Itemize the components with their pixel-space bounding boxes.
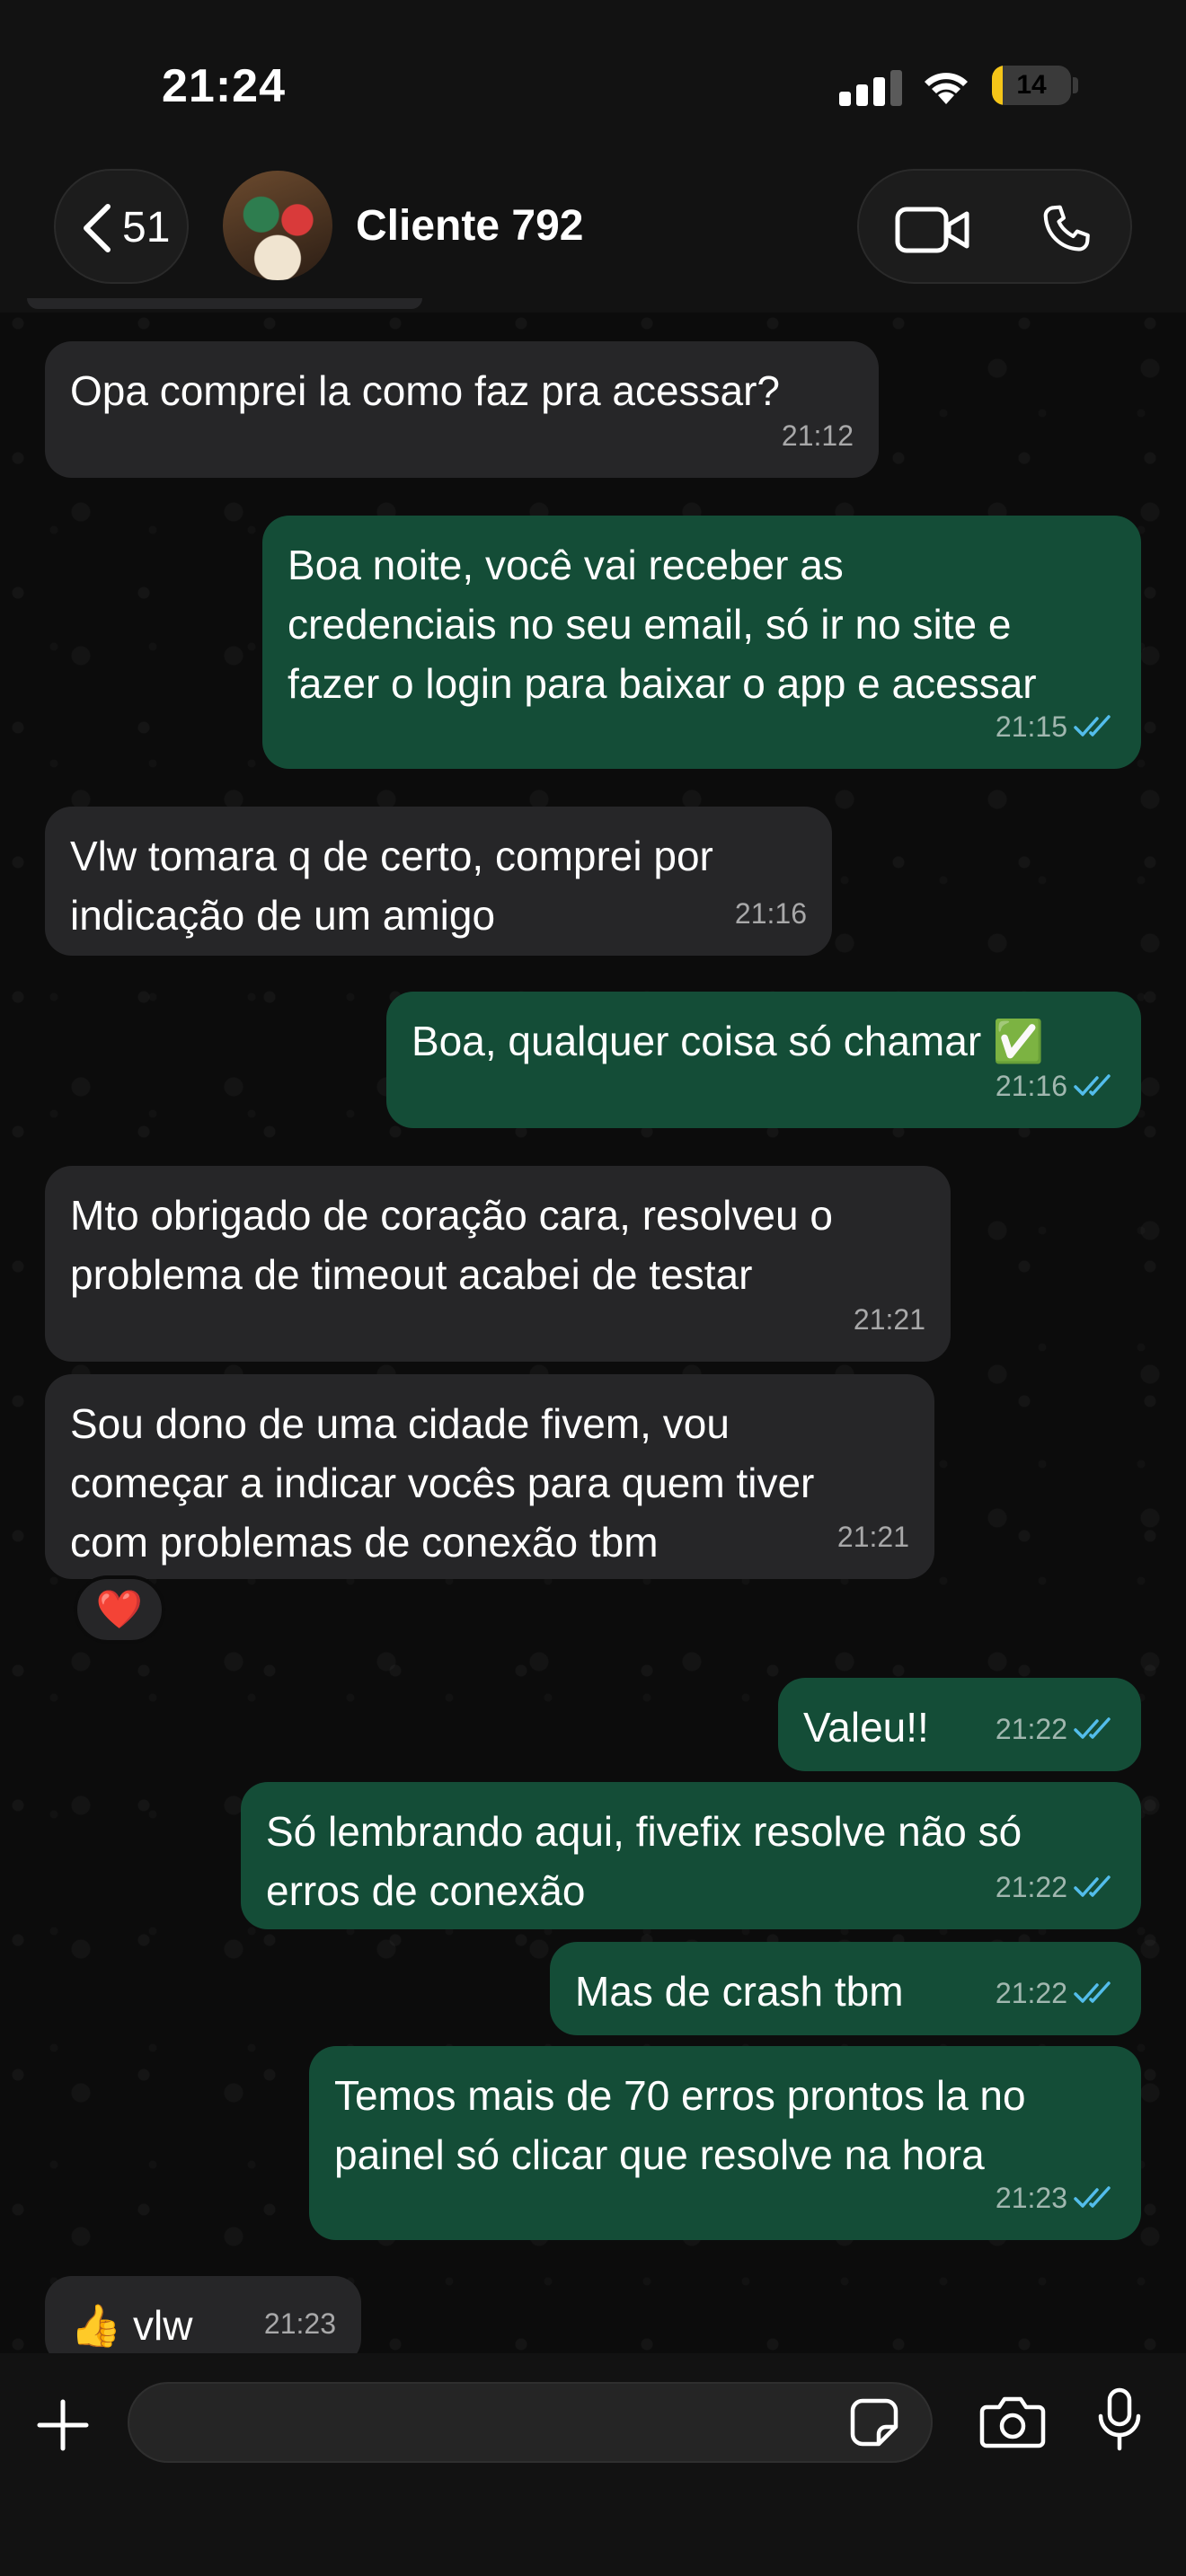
avatar[interactable] [223,171,332,280]
status-bar: 21:24 14 [0,0,1186,162]
unread-count: 51 [122,204,171,251]
call-actions [857,169,1132,284]
contact-name[interactable]: Cliente 792 [356,201,583,251]
previous-message-edge [27,298,422,309]
message-bubble[interactable]: Mto obrigado de coração cara, resolveu o… [45,1166,951,1362]
double-check-icon [1074,1981,1111,2003]
double-check-icon [1074,2186,1111,2208]
message-text: Sou dono de uma cidade fivem, vou começa… [70,1400,815,1566]
message-time: 21:15 [995,710,1067,743]
message-text: Vlw tomara q de certo, comprei por indic… [70,833,713,939]
sticker-icon[interactable] [848,2396,900,2448]
message-text: Só lembrando aqui, fivefix resolve não s… [266,1808,1022,1914]
double-check-icon [1074,1875,1111,1897]
video-call-icon[interactable] [895,205,970,255]
message-bubble[interactable]: Boa, qualquer coisa só chamar ✅ 21:16 [386,992,1141,1128]
message-time: 21:16 [995,1070,1067,1102]
double-check-icon [1074,715,1111,737]
message-bubble[interactable]: Valeu!! 21:22 [778,1678,1141,1771]
battery-icon: 14 [992,66,1071,105]
chevron-left-icon [84,204,111,252]
message-bubble[interactable]: Opa comprei la como faz pra acessar? 21:… [45,341,879,478]
battery-tip [1073,77,1078,93]
message-text: Mto obrigado de coração cara, resolveu o… [70,1192,833,1298]
message-time: 21:22 [995,1713,1067,1745]
message-time: 21:12 [781,419,854,452]
message-time: 21:21 [836,1521,909,1553]
reaction-badge[interactable]: ❤️ [74,1575,165,1644]
plus-icon[interactable] [34,2396,92,2454]
message-bubble[interactable]: Vlw tomara q de certo, comprei por indic… [45,807,832,956]
message-bubble[interactable]: Só lembrando aqui, fivefix resolve não s… [241,1782,1141,1929]
wifi-icon [925,73,968,104]
message-time: 21:16 [734,897,807,930]
phone-icon[interactable] [1039,201,1094,257]
message-bubble[interactable]: Mas de crash tbm 21:22 [550,1942,1141,2035]
message-input[interactable] [128,2382,933,2463]
message-bubble[interactable]: Temos mais de 70 erros prontos la no pai… [309,2046,1141,2240]
status-time: 21:24 [162,60,286,112]
message-bubble[interactable]: Sou dono de uma cidade fivem, vou começa… [45,1374,934,1579]
battery-level: 14 [1016,70,1047,100]
message-bubble[interactable]: 👍 vlw 21:23 [45,2276,361,2366]
message-time: 21:23 [263,2307,336,2340]
message-text: Opa comprei la como faz pra acessar? [70,367,781,414]
camera-icon[interactable] [979,2395,1046,2448]
double-check-icon [1074,1717,1111,1739]
message-time: 21:23 [995,2182,1067,2214]
message-bubble[interactable]: Boa noite, você vai receber as credencia… [262,516,1141,769]
back-button[interactable]: 51 [54,169,189,284]
message-composer [0,2353,1186,2576]
message-text: Temos mais de 70 erros prontos la no pai… [334,2072,1026,2178]
message-text: Boa noite, você vai receber as credencia… [288,542,1037,707]
chat-header: 51 Cliente 792 [0,162,1186,313]
message-time: 21:21 [853,1303,925,1336]
microphone-icon[interactable] [1096,2387,1143,2452]
message-time: 21:22 [995,1977,1067,2009]
message-time: 21:22 [995,1871,1067,1903]
double-check-icon [1074,1074,1111,1096]
cellular-signal-icon [839,68,902,106]
